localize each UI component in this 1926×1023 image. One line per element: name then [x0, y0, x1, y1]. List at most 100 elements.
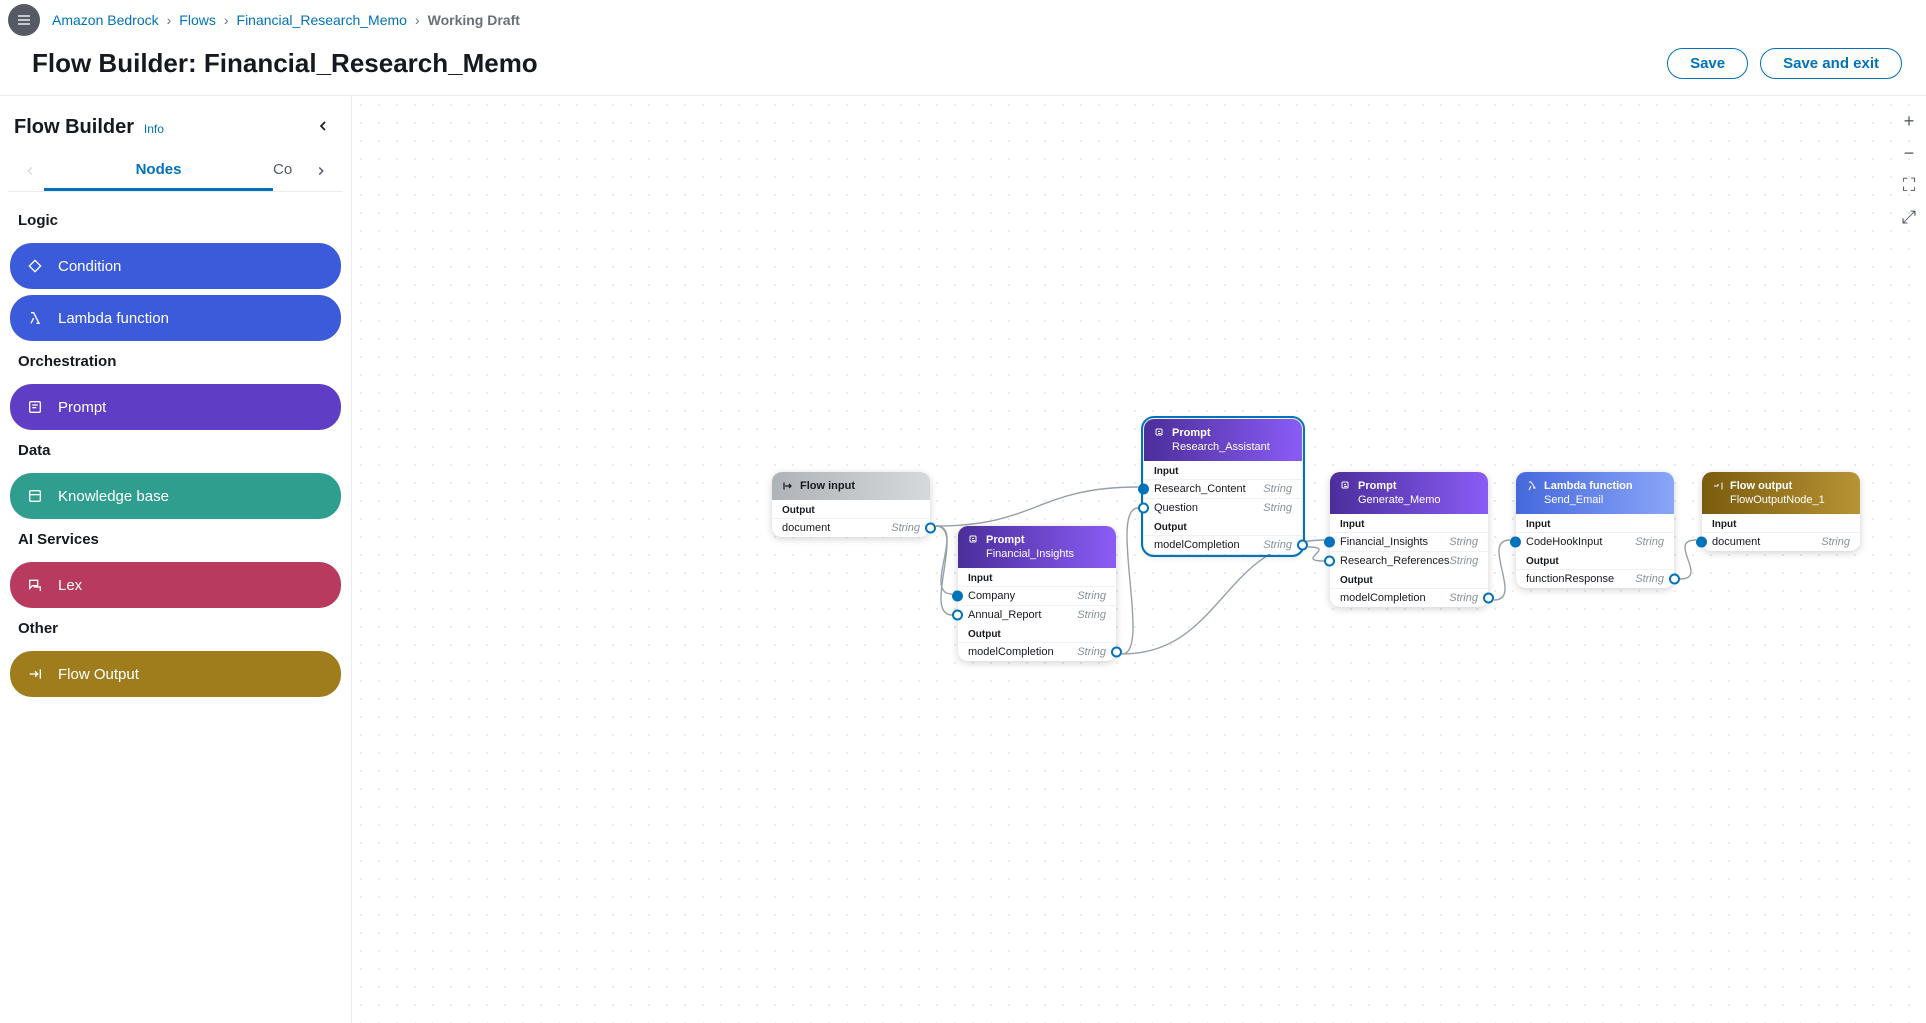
node-type-label: Prompt	[1340, 480, 1478, 492]
input-port[interactable]	[1138, 503, 1149, 514]
node-type-label: Prompt	[968, 534, 1106, 546]
input-port[interactable]	[1696, 537, 1707, 548]
output-port[interactable]	[1297, 540, 1308, 551]
sidebar: Flow Builder Info Nodes Co LogicConditio…	[0, 96, 352, 1023]
tabs-scroll-left-button[interactable]	[16, 153, 44, 189]
sidebar-header: Flow Builder Info	[0, 96, 351, 151]
io-type: String	[1077, 609, 1106, 621]
node-header[interactable]: Flow outputFlowOutputNode_1	[1702, 472, 1860, 514]
node-body: InputCodeHookInputStringOutputfunctionRe…	[1516, 514, 1674, 588]
node-header[interactable]: PromptResearch_Assistant	[1144, 419, 1302, 461]
input-port[interactable]	[1324, 537, 1335, 548]
node-palette-item[interactable]: Prompt	[10, 384, 341, 430]
breadcrumb-flow-name[interactable]: Financial_Research_Memo	[237, 12, 407, 28]
node-palette-item[interactable]: Knowledge base	[10, 473, 341, 519]
chevron-right-icon: ›	[224, 12, 229, 28]
node-input-row: Question String	[1144, 498, 1302, 517]
io-name: CodeHookInput	[1526, 536, 1602, 548]
sidebar-tabs: Nodes Co	[8, 151, 343, 192]
flow-node[interactable]: Flow input OutputdocumentString	[772, 472, 930, 537]
node-inputs-label: Input	[1516, 514, 1674, 532]
header-actions: Save Save and exit	[1667, 48, 1902, 79]
node-type-label: Lambda function	[1526, 480, 1664, 492]
page-title: Flow Builder: Financial_Research_Memo	[32, 48, 538, 79]
node-body: InputCompanyStringAnnual_ReportStringOut…	[958, 568, 1116, 661]
io-type: String	[1635, 536, 1664, 548]
sidebar-section-title: Other	[0, 614, 351, 645]
flow-canvas[interactable]: Flow input OutputdocumentString Prompt Fina…	[352, 96, 1926, 1023]
node-body: InputdocumentString	[1702, 514, 1860, 551]
node-inputs-label: Input	[1144, 461, 1302, 479]
input-port[interactable]	[952, 591, 963, 602]
node-inputs-label: Input	[1330, 514, 1488, 532]
node-input-row: Annual_ReportString	[958, 605, 1116, 624]
io-type: String	[1449, 536, 1478, 548]
zoom-out-button[interactable]: −	[1898, 142, 1920, 164]
node-input-row: Financial_InsightsString	[1330, 532, 1488, 551]
save-button[interactable]: Save	[1667, 48, 1748, 79]
flow-node[interactable]: PromptResearch_AssistantInputResearch_Co…	[1144, 419, 1302, 554]
collapse-sidebar-button[interactable]	[311, 114, 335, 141]
node-header[interactable]: PromptGenerate_Memo	[1330, 472, 1488, 514]
output-icon	[24, 663, 46, 685]
io-type: String	[1263, 502, 1292, 514]
prompt-icon	[1154, 427, 1166, 439]
tab-nodes[interactable]: Nodes	[44, 151, 273, 191]
node-palette-item-label: Flow Output	[58, 666, 139, 683]
lex-icon	[24, 574, 46, 596]
input-port[interactable]	[1510, 537, 1521, 548]
node-input-row: Research_Content String	[1144, 479, 1302, 498]
node-header[interactable]: Prompt Financial_Insights	[958, 526, 1116, 568]
node-palette-item-label: Knowledge base	[58, 488, 169, 505]
io-type: String	[1263, 483, 1292, 495]
output-port[interactable]	[1483, 593, 1494, 604]
node-header[interactable]: Flow input	[772, 472, 930, 500]
output-port[interactable]	[925, 523, 936, 534]
io-name: modelCompletion	[1154, 539, 1240, 551]
zoom-in-button[interactable]: +	[1898, 110, 1920, 132]
node-palette-item[interactable]: Lambda function	[10, 295, 341, 341]
breadcrumb-flows[interactable]: Flows	[179, 12, 216, 28]
lambda-icon	[1526, 480, 1538, 492]
io-name: document	[782, 522, 830, 534]
flow-node[interactable]: Prompt Financial_Insights InputCompanyStri…	[958, 526, 1116, 661]
output-port[interactable]	[1669, 574, 1680, 585]
input-port[interactable]	[952, 610, 963, 621]
node-output-row: modelCompletion String	[1330, 588, 1488, 607]
io-name: Question	[1154, 502, 1198, 514]
node-body: OutputdocumentString	[772, 500, 930, 537]
node-type-label: Flow input	[782, 480, 920, 492]
output-port[interactable]	[1111, 647, 1122, 658]
node-name: Send_Email	[1526, 494, 1664, 506]
input-port[interactable]	[1324, 556, 1335, 567]
node-inputs-label: Input	[958, 568, 1116, 586]
breadcrumb-root[interactable]: Amazon Bedrock	[52, 12, 159, 28]
node-palette-item[interactable]: Condition	[10, 243, 341, 289]
node-output-row: functionResponseString	[1516, 569, 1674, 588]
fullscreen-button[interactable]: ⤢	[1898, 206, 1920, 228]
io-type: String	[1449, 592, 1478, 604]
io-type: String	[1077, 590, 1106, 602]
node-name: Financial_Insights	[968, 548, 1106, 560]
input-port[interactable]	[1138, 484, 1149, 495]
flow-node[interactable]: PromptGenerate_MemoInputFinancial_Insigh…	[1330, 472, 1488, 607]
menu-icon	[16, 12, 32, 28]
save-and-exit-button[interactable]: Save and exit	[1760, 48, 1902, 79]
flow-node[interactable]: Flow outputFlowOutputNode_1Inputdocument…	[1702, 472, 1860, 551]
io-name: modelCompletion	[1340, 592, 1426, 604]
node-palette-item[interactable]: Flow Output	[10, 651, 341, 697]
info-link[interactable]: Info	[144, 122, 164, 136]
fit-to-screen-button[interactable]: ⛶	[1898, 174, 1920, 196]
node-header[interactable]: Lambda function Send_Email	[1516, 472, 1674, 514]
hamburger-menu-button[interactable]	[8, 4, 40, 36]
prompt-icon	[24, 396, 46, 418]
tabs-scroll-right-button[interactable]	[307, 153, 335, 189]
tab-configure[interactable]: Co	[273, 151, 307, 191]
io-name: Research_Content	[1154, 483, 1246, 495]
flow-node[interactable]: Lambda function Send_Email Input CodeHookIn…	[1516, 472, 1674, 588]
chevron-left-icon	[23, 164, 37, 178]
io-type: String	[1635, 573, 1664, 585]
node-palette-item[interactable]: Lex	[10, 562, 341, 608]
node-body: Input Research_Content String Question Strin…	[1144, 461, 1302, 554]
node-output-row: modelCompletionString	[1144, 535, 1302, 554]
